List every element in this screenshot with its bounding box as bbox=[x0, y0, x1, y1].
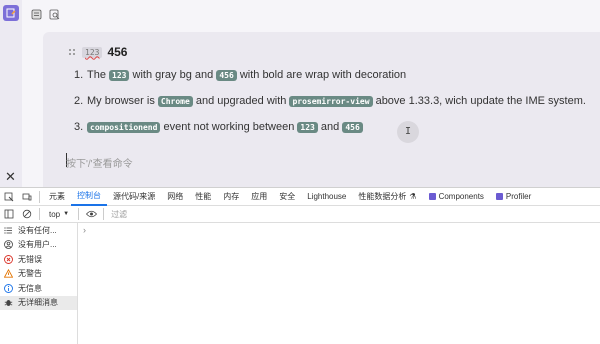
list-text: and bbox=[317, 121, 343, 133]
console-filter-label: 没有用户... bbox=[18, 240, 57, 250]
tab-label: 内存 bbox=[223, 192, 240, 201]
tab-label: 控制台 bbox=[77, 191, 101, 200]
console-filter-label: 无错误 bbox=[18, 254, 42, 264]
devtools-tab[interactable]: 性能 bbox=[189, 188, 217, 206]
devtools-tab[interactable]: Lighthouse bbox=[301, 188, 352, 206]
tab-label: 应用 bbox=[251, 192, 268, 201]
console-filter-item[interactable]: 无警告 bbox=[0, 267, 77, 282]
devtools-tab[interactable]: Profiler bbox=[490, 188, 537, 206]
info-icon bbox=[4, 283, 13, 293]
experiment-icon: ⚗ bbox=[409, 192, 417, 201]
list-text: My browser is bbox=[87, 95, 158, 107]
editor-toolbar bbox=[30, 8, 60, 20]
drag-handle-icon[interactable] bbox=[67, 47, 77, 57]
ibeam-cursor-icon: I bbox=[405, 126, 412, 137]
inline-code: 456 bbox=[216, 70, 237, 81]
devtools-panel: 元素 控制台 源代码/来源 网络 性能 内存 应用 安全 Lighthouse 性能数据分析 ⚗ Co… bbox=[0, 187, 600, 344]
console-toolbar: top ▼ 过滤 bbox=[0, 206, 600, 223]
command-placeholder[interactable]: 按下'/'查看命令 bbox=[66, 155, 133, 170]
tab-label: Lighthouse bbox=[307, 192, 347, 201]
list-text: above 1.33.3, wich update the IME system… bbox=[372, 95, 586, 107]
list-number: 2. bbox=[74, 95, 84, 107]
warning-icon bbox=[4, 269, 13, 278]
devtools-tab[interactable]: 安全 bbox=[273, 188, 301, 206]
filter-input[interactable]: 过滤 bbox=[107, 209, 127, 220]
list-item[interactable]: 3. compositionend event not working betwe… bbox=[74, 120, 363, 135]
console-filter-label: 没有任何... bbox=[18, 225, 57, 235]
console-filter-item[interactable]: 没有用户... bbox=[0, 238, 77, 253]
console-filter-item[interactable]: 无错误 bbox=[0, 252, 77, 267]
close-icon[interactable]: ✕ bbox=[5, 170, 16, 183]
extension-icon bbox=[428, 193, 436, 200]
devtools-tab[interactable]: 内存 bbox=[217, 188, 245, 206]
error-icon bbox=[4, 254, 13, 264]
context-select[interactable]: top ▼ bbox=[43, 210, 75, 219]
user-icon bbox=[4, 240, 13, 250]
list-number: 3. bbox=[74, 121, 84, 133]
app-window: ✕ 123 456 1. The 123 with gray bg and 456… bbox=[0, 0, 600, 187]
inline-code: compositionend bbox=[87, 122, 161, 133]
list-number: 1. bbox=[74, 69, 84, 81]
inspect-element-icon[interactable] bbox=[0, 188, 18, 206]
search-doc-icon[interactable] bbox=[48, 8, 60, 20]
divider bbox=[103, 208, 105, 220]
heading-text: 456 bbox=[107, 45, 128, 59]
tab-label: 元素 bbox=[49, 192, 65, 201]
tab-label: 网络 bbox=[167, 192, 184, 201]
inline-code: Chrome bbox=[157, 96, 193, 107]
console-filter-item[interactable]: 无信息 bbox=[0, 281, 77, 296]
console-prompt-chevron: › bbox=[83, 225, 86, 235]
tab-label: Components bbox=[438, 192, 484, 201]
tabs-list: 元素 控制台 源代码/来源 网络 性能 内存 应用 安全 Lighthouse 性能数据分析 ⚗ Co… bbox=[43, 188, 537, 206]
list-text: with gray bg and bbox=[129, 69, 217, 81]
tab-label: 安全 bbox=[279, 192, 296, 201]
tab-label: Profiler bbox=[505, 192, 532, 201]
edit-note-icon[interactable] bbox=[3, 5, 19, 21]
inline-code: 123 bbox=[109, 70, 130, 81]
sidebar-toggle-icon[interactable] bbox=[0, 205, 18, 223]
device-toggle-icon[interactable] bbox=[18, 188, 36, 206]
inline-code: 456 bbox=[342, 122, 363, 133]
bug-icon bbox=[4, 298, 13, 307]
console-filter-label: 无信息 bbox=[18, 283, 42, 293]
list-icon bbox=[4, 226, 13, 235]
clear-console-icon[interactable] bbox=[18, 205, 36, 223]
divider bbox=[39, 208, 40, 220]
heading-block[interactable]: 123 456 bbox=[67, 45, 127, 59]
dropdown-arrow-icon: ▼ bbox=[63, 211, 70, 217]
console-filter-item[interactable]: 没有任何... bbox=[0, 223, 77, 238]
list-text: and upgraded with bbox=[192, 95, 290, 107]
list-item[interactable]: 2. My browser is Chrome and upgraded with… bbox=[74, 94, 586, 109]
devtools-tab[interactable]: Components bbox=[423, 188, 490, 206]
inline-code: prosemirror-view bbox=[289, 96, 373, 107]
list-text: The bbox=[87, 69, 110, 81]
context-value: top bbox=[49, 209, 61, 219]
list-item[interactable]: 1. The 123 with gray bg and 456 with bold… bbox=[74, 68, 406, 83]
devtools-tab[interactable]: 应用 bbox=[245, 188, 273, 206]
console-filter-label: 无警告 bbox=[18, 269, 42, 279]
tab-label: 性能数据分析 bbox=[358, 192, 407, 201]
list-text: event not working between bbox=[160, 121, 298, 133]
divider bbox=[39, 190, 40, 203]
document-icon[interactable] bbox=[30, 8, 42, 20]
devtools-tab[interactable]: 性能数据分析 ⚗ bbox=[352, 188, 422, 206]
left-rail: ✕ bbox=[0, 0, 22, 187]
devtools-tab[interactable]: 网络 bbox=[161, 188, 189, 206]
tab-label: 性能 bbox=[195, 192, 212, 201]
heading-inline-code: 123 bbox=[82, 46, 103, 58]
divider bbox=[78, 208, 80, 220]
inline-code: 123 bbox=[297, 122, 318, 133]
list-text: with bold are wrap with decoration bbox=[236, 69, 407, 81]
devtools-tabbar: 元素 控制台 源代码/来源 网络 性能 内存 应用 安全 Lighthouse 性能数据分析 ⚗ Co… bbox=[0, 188, 600, 206]
devtools-tab[interactable]: 源代码/来源 bbox=[107, 188, 161, 206]
console-filter-item[interactable]: 无详细消息 bbox=[0, 295, 77, 310]
devtools-tab[interactable]: 元素 bbox=[43, 188, 71, 206]
tab-label: 源代码/来源 bbox=[113, 192, 156, 201]
console-output[interactable]: › bbox=[79, 223, 600, 344]
console-filter-label: 无详细消息 bbox=[18, 298, 58, 308]
console-sidebar: 没有任何... 没有用户... 无错误无警告无信息无详细消息 bbox=[0, 223, 78, 344]
extension-icon bbox=[495, 193, 503, 200]
devtools-tab[interactable]: 控制台 bbox=[71, 188, 107, 206]
live-expression-eye-icon[interactable] bbox=[82, 205, 100, 223]
